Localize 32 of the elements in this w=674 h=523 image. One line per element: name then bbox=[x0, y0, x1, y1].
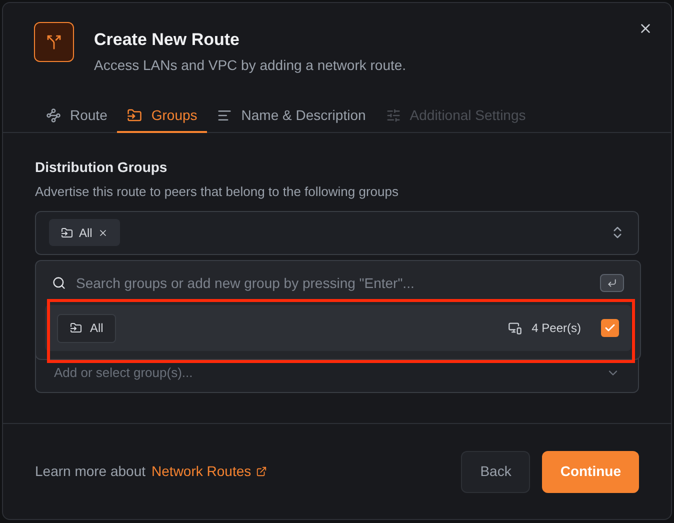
enter-key-icon bbox=[600, 274, 624, 292]
group-option[interactable]: All 4 Peer(s) bbox=[45, 305, 631, 351]
route-icon bbox=[46, 108, 61, 123]
dialog-title: Create New Route bbox=[94, 30, 240, 50]
external-link-icon bbox=[256, 466, 268, 477]
folder-icon bbox=[70, 322, 82, 334]
section-title: Distribution Groups bbox=[35, 158, 168, 177]
peer-count: 4 Peer(s) bbox=[532, 320, 581, 337]
field-placeholder: Add or select group(s)... bbox=[54, 366, 193, 380]
folder-icon bbox=[61, 226, 73, 238]
devices-icon bbox=[508, 321, 522, 335]
section-description: Advertise this route to peers that belong to the following groups bbox=[35, 183, 400, 201]
footer-text: Learn more about bbox=[35, 462, 146, 481]
tag-label: All bbox=[90, 320, 104, 337]
search-icon bbox=[52, 276, 66, 290]
dialog-subtitle: Access LANs and VPC by adding a network route. bbox=[94, 56, 406, 75]
checkbox[interactable] bbox=[601, 319, 619, 337]
lines-icon bbox=[217, 108, 232, 123]
close-icon[interactable] bbox=[638, 21, 653, 36]
tab[interactable]: Route bbox=[36, 100, 118, 133]
sliders-icon bbox=[386, 108, 401, 123]
tab[interactable]: Groups bbox=[117, 100, 208, 133]
tab[interactable]: Name & Description bbox=[207, 100, 376, 133]
route-icon bbox=[34, 22, 74, 62]
check-icon bbox=[604, 322, 616, 334]
tag-label: All bbox=[79, 224, 92, 242]
back-button[interactable]: Back bbox=[461, 450, 530, 492]
search-field[interactable]: Search groups or add new group by pressing "Enter"... bbox=[76, 272, 590, 294]
folder-icon bbox=[127, 108, 142, 123]
group-select[interactable]: All bbox=[35, 210, 639, 254]
remove-icon[interactable] bbox=[98, 228, 108, 238]
docs-link[interactable]: Network Routes bbox=[152, 461, 268, 482]
